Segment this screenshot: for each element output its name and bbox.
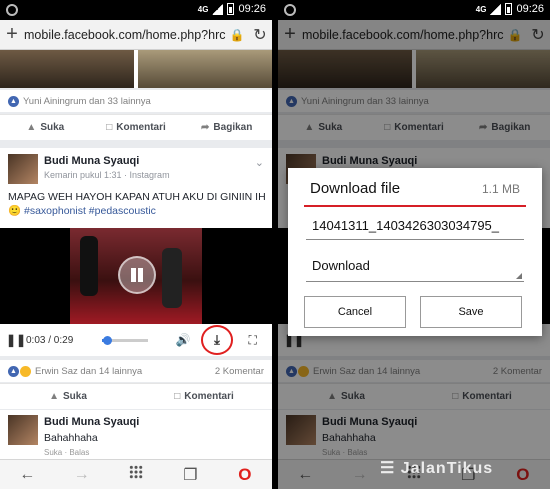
avatar[interactable] <box>8 415 38 445</box>
reaction-summary[interactable]: ▲ Erwin Saz dan 14 lainnya 2 Komentar <box>0 360 272 382</box>
download-icon[interactable]: ⤓ <box>200 325 234 355</box>
watermark-logo: ☰ JalanTikus <box>380 460 494 477</box>
comment-icon: □ <box>174 391 181 402</box>
reload-icon[interactable]: ↻ <box>248 25 272 45</box>
clock: 09:26 <box>238 3 266 15</box>
like-button[interactable]: ▲ Suka <box>0 122 91 133</box>
like-icon: ▲ <box>49 391 59 402</box>
post-actions: ▲ Suka □ Komentari ➦ Bagikan <box>0 114 272 140</box>
comment-button[interactable]: □ Komentari <box>91 122 182 133</box>
network-label: 4G <box>475 4 487 14</box>
post-caption: MAPAG WEH HAYOH KAPAN ATUH AKU DI GINIIN… <box>8 191 266 203</box>
network-label: 4G <box>197 4 209 14</box>
photo-strip[interactable] <box>0 50 272 88</box>
video-time: 0:03 / 0:29 <box>26 334 74 346</box>
like-label: Suka <box>63 391 87 402</box>
signal-icon <box>490 3 502 15</box>
opera-icon[interactable]: O <box>218 465 272 485</box>
screenshot-stage: 4G 09:26 + mobile.facebook.com/home.php?… <box>0 0 550 489</box>
like-icon: ▲ <box>8 95 19 107</box>
filename-field[interactable]: 14041311_1403426303034795_ <box>306 218 524 240</box>
back-icon[interactable]: ← <box>0 466 54 484</box>
pause-icon[interactable] <box>118 256 156 294</box>
status-bar: 4G 09:26 <box>278 0 550 20</box>
speed-dial-icon[interactable] <box>109 465 163 484</box>
reaction-text: Yuni Ainingrum dan 33 lainnya <box>23 95 151 107</box>
comment-footer[interactable]: Suka · Balas <box>44 448 89 457</box>
tabs-icon[interactable]: ❐ <box>163 465 217 485</box>
comment-button[interactable]: □ Komentari <box>136 391 272 402</box>
like-icon: ▲ <box>26 122 37 133</box>
post-actions: ▲ Suka □ Komentari <box>0 383 272 409</box>
lock-icon: 🔒 <box>229 27 245 42</box>
chevron-down-icon[interactable]: ⌄ <box>255 156 264 169</box>
share-label: Bagikan <box>213 122 253 133</box>
url-text[interactable]: mobile.facebook.com/home.php?hrc=18 <box>24 28 226 42</box>
dropdown-icon <box>516 273 522 279</box>
post-meta: Kemarin pukul 1:31 · Instagram <box>44 170 170 180</box>
reaction-summary[interactable]: ▲ Yuni Ainingrum dan 33 lainnya <box>0 90 272 112</box>
comment-icon: □ <box>106 122 113 133</box>
like-icon: ▲ <box>8 365 19 377</box>
share-icon: ➦ <box>201 122 210 133</box>
avatar[interactable] <box>8 154 38 184</box>
post-hashtags[interactable]: #saxophonist #pedascoustic <box>24 205 156 217</box>
post-author[interactable]: Budi Muna Syauqi <box>44 155 139 167</box>
app-indicator-icon <box>6 4 18 16</box>
comment-item: Budi Muna Syauqi Bahahhaha Suka · Balas <box>0 410 272 462</box>
seekbar-knob[interactable] <box>102 335 112 345</box>
signal-icon <box>212 3 224 15</box>
post-header: Budi Muna Syauqi Kemarin pukul 1:31 · In… <box>0 148 272 228</box>
volume-icon[interactable]: 🔊 <box>170 333 197 347</box>
reaction-text: Erwin Saz dan 14 lainnya <box>35 365 143 377</box>
pause-icon[interactable]: ❚❚ <box>6 333 26 347</box>
comment-author[interactable]: Budi Muna Syauqi <box>44 416 139 428</box>
like-label: Suka <box>40 122 65 133</box>
download-dialog: Download file 1.1 MB 14041311_1403426303… <box>288 168 542 336</box>
video-player[interactable] <box>0 228 272 324</box>
left-screen: 4G 09:26 + mobile.facebook.com/home.php?… <box>0 0 272 489</box>
location-select[interactable]: Download <box>306 258 524 282</box>
battery-icon <box>505 3 513 15</box>
emoji-icon: 🙂 <box>8 205 24 217</box>
like-button[interactable]: ▲ Suka <box>0 391 136 402</box>
battery-icon <box>227 3 235 15</box>
address-bar[interactable]: + mobile.facebook.com/home.php?hrc=18 🔒 … <box>0 20 272 50</box>
plus-icon[interactable]: + <box>0 23 24 46</box>
photo[interactable] <box>0 50 134 88</box>
photo[interactable] <box>138 50 272 88</box>
app-indicator-icon <box>284 4 296 16</box>
file-size: 1.1 MB <box>481 182 520 196</box>
video-seekbar[interactable] <box>102 335 149 345</box>
comment-text: Bahahhaha <box>44 432 98 444</box>
bottom-nav: ← → ❐ O <box>0 459 272 489</box>
post-text: MAPAG WEH HAYOH KAPAN ATUH AKU DI GINIIN… <box>8 190 266 218</box>
cancel-button[interactable]: Cancel <box>304 296 406 328</box>
comment-label: Komentari <box>184 391 234 402</box>
forward-icon[interactable]: → <box>54 466 108 484</box>
title-divider <box>304 205 526 207</box>
comment-label: Komentari <box>116 122 166 133</box>
location-value: Download <box>312 258 370 273</box>
clock: 09:26 <box>516 3 544 15</box>
share-button[interactable]: ➦ Bagikan <box>181 122 272 133</box>
dialog-title: Download file <box>310 180 401 197</box>
haha-icon <box>20 365 31 377</box>
status-bar: 4G 09:26 <box>0 0 272 20</box>
video-controls: ❚❚ 0:03 / 0:29 🔊 ⤓ ⛶ <box>0 324 272 356</box>
comment-count[interactable]: 2 Komentar <box>215 366 264 377</box>
save-button[interactable]: Save <box>420 296 522 328</box>
fullscreen-icon[interactable]: ⛶ <box>239 333 266 348</box>
